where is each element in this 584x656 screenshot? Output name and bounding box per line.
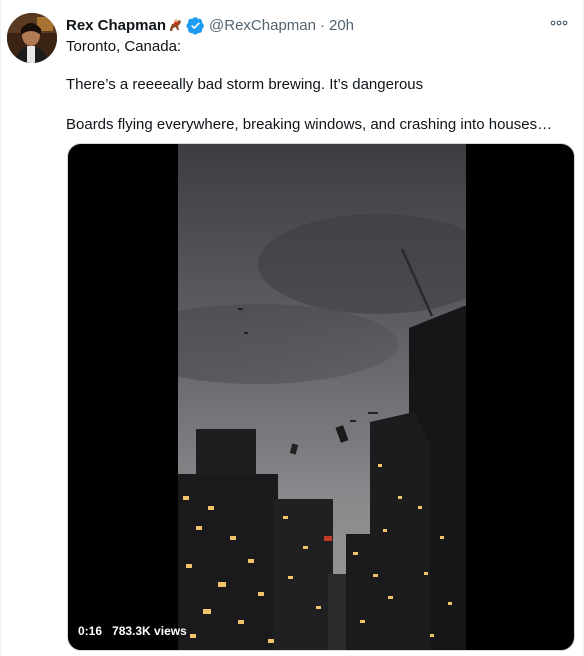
video-view-count: 783.3K views [112, 624, 187, 638]
display-name[interactable]: Rex Chapman [66, 17, 166, 34]
video-duration: 0:16 [78, 624, 103, 638]
tweet-text-line: Boards flying everywhere, breaking windo… [66, 116, 553, 133]
horse-racing-emoji-icon [167, 17, 184, 34]
more-options-icon[interactable] [545, 13, 573, 33]
tweet-text-location: Toronto, Canada: [66, 38, 182, 55]
user-handle[interactable]: @RexChapman [209, 17, 316, 34]
separator-dot: · [319, 16, 325, 34]
avatar[interactable] [7, 13, 57, 63]
avatar-image [7, 13, 57, 63]
video-info: 0:16 783.3K views [78, 624, 187, 638]
tweet-header: Rex Chapman @RexChapman · 20h [66, 15, 354, 35]
verified-badge-icon [186, 16, 205, 35]
video-frame [178, 144, 466, 650]
tweet-timestamp[interactable]: 20h [329, 17, 354, 34]
tweet-card[interactable]: Rex Chapman @RexChapman · 20h Toronto, C… [0, 0, 584, 656]
video-player[interactable]: 0:16 783.3K views [67, 143, 575, 651]
tweet-text-line: There’s a reeeeally bad storm brewing. I… [66, 76, 424, 93]
